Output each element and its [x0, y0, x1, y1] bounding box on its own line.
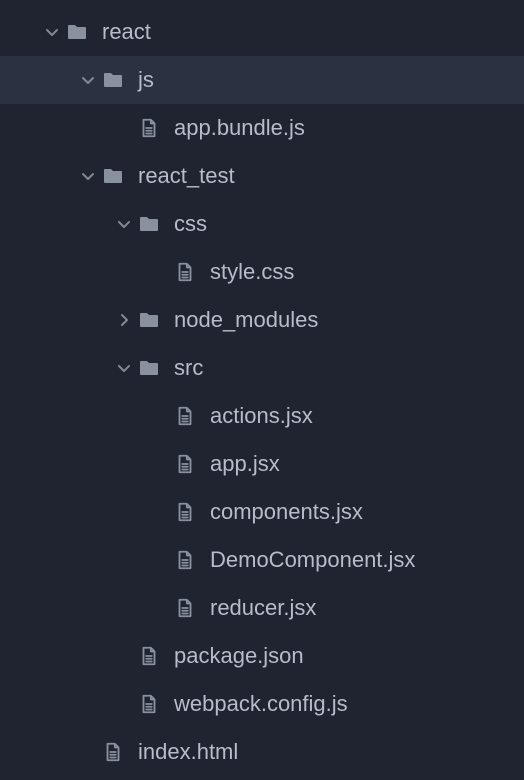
chevron-down-icon[interactable] [76, 168, 100, 184]
indent [0, 368, 112, 369]
file-label: DemoComponent.jsx [210, 536, 415, 584]
chevron-down-icon[interactable] [112, 360, 136, 376]
indent [0, 656, 112, 657]
chevron-right-icon[interactable] [112, 312, 136, 328]
file-icon [172, 547, 198, 573]
folder-label: css [174, 200, 207, 248]
file-icon [100, 739, 126, 765]
indent [0, 752, 76, 753]
tree-row[interactable]: app.jsx [0, 440, 524, 488]
folder-label: react [102, 8, 151, 56]
indent [0, 176, 76, 177]
tree-row[interactable]: webpack.config.js [0, 680, 524, 728]
tree-row[interactable]: index.html [0, 728, 524, 776]
indent [0, 320, 112, 321]
tree-row[interactable]: js [0, 56, 524, 104]
file-label: reducer.jsx [210, 584, 316, 632]
file-label: webpack.config.js [174, 680, 348, 728]
folder-label: node_modules [174, 296, 318, 344]
folder-icon [100, 67, 126, 93]
tree-row[interactable]: app.bundle.js [0, 104, 524, 152]
indent [0, 560, 148, 561]
tree-row[interactable]: package.json [0, 632, 524, 680]
tree-row[interactable]: node_modules [0, 296, 524, 344]
file-icon [172, 499, 198, 525]
folder-label: src [174, 344, 203, 392]
tree-row[interactable]: DemoComponent.jsx [0, 536, 524, 584]
file-label: components.jsx [210, 488, 363, 536]
file-label: index.html [138, 728, 238, 776]
tree-row[interactable]: react_test [0, 152, 524, 200]
indent [0, 464, 148, 465]
file-icon [136, 115, 162, 141]
folder-icon [100, 163, 126, 189]
folder-icon [64, 19, 90, 45]
tree-row[interactable]: style.css [0, 248, 524, 296]
indent [0, 80, 76, 81]
indent [0, 512, 148, 513]
tree-row[interactable]: components.jsx [0, 488, 524, 536]
tree-row[interactable]: src [0, 344, 524, 392]
file-icon [172, 451, 198, 477]
indent [0, 608, 148, 609]
file-icon [136, 691, 162, 717]
file-label: style.css [210, 248, 294, 296]
file-label: actions.jsx [210, 392, 313, 440]
file-tree: reactjs app.bundle.jsreact_testcssstyle.c… [0, 0, 524, 776]
file-label: package.json [174, 632, 304, 680]
tree-row[interactable]: react [0, 8, 524, 56]
file-icon [172, 403, 198, 429]
file-icon [172, 595, 198, 621]
indent [0, 704, 112, 705]
chevron-down-icon[interactable] [76, 72, 100, 88]
folder-icon [136, 307, 162, 333]
folder-icon [136, 355, 162, 381]
folder-label: js [138, 56, 154, 104]
indent [0, 128, 112, 129]
chevron-down-icon[interactable] [40, 24, 64, 40]
indent [0, 224, 112, 225]
tree-row[interactable]: actions.jsx [0, 392, 524, 440]
file-icon [136, 643, 162, 669]
indent [0, 32, 40, 33]
chevron-down-icon[interactable] [112, 216, 136, 232]
tree-row[interactable]: reducer.jsx [0, 584, 524, 632]
file-label: app.jsx [210, 440, 280, 488]
indent [0, 272, 148, 273]
file-icon [172, 259, 198, 285]
folder-label: react_test [138, 152, 235, 200]
file-label: app.bundle.js [174, 104, 305, 152]
indent [0, 416, 148, 417]
folder-icon [136, 211, 162, 237]
tree-row[interactable]: css [0, 200, 524, 248]
